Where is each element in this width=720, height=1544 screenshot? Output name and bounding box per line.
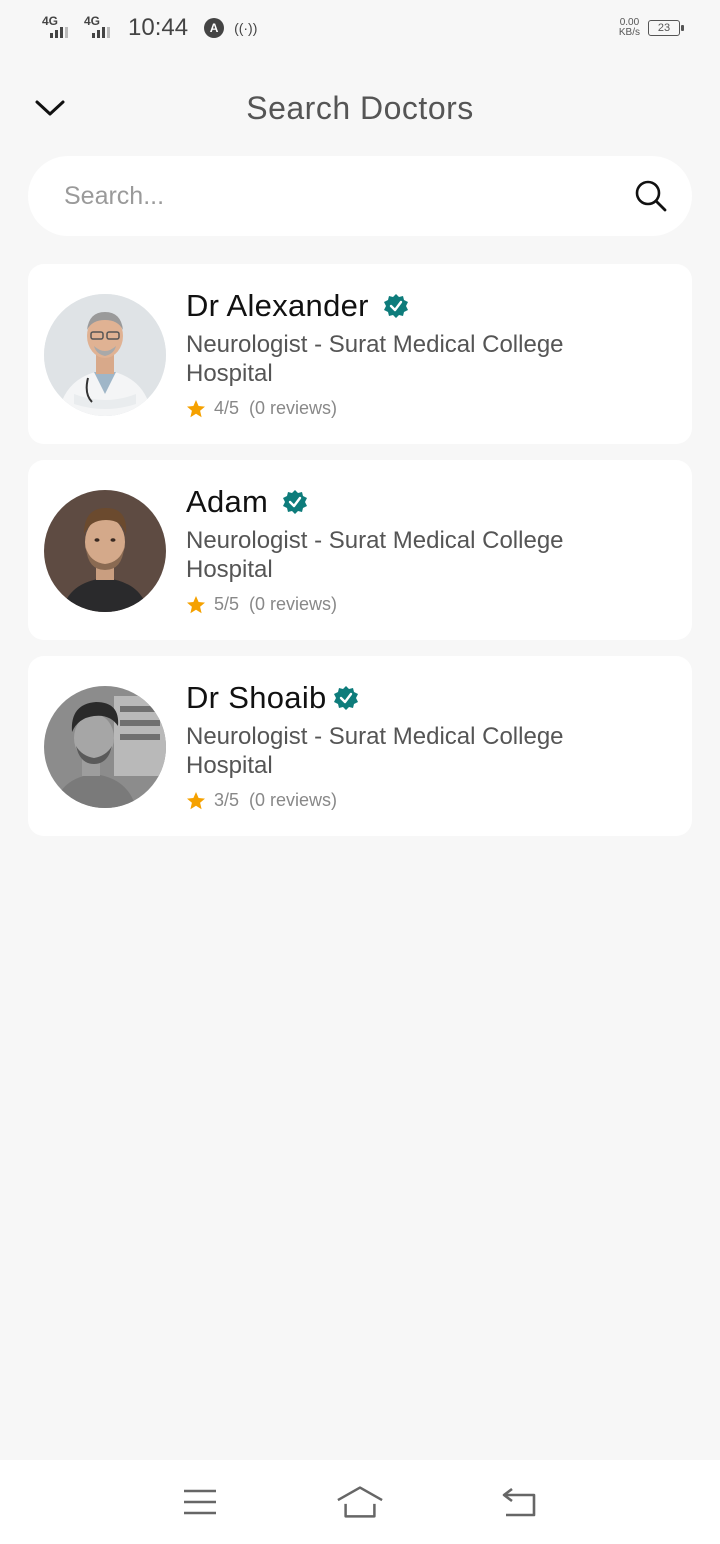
back-icon <box>502 1487 536 1517</box>
home-button[interactable] <box>336 1482 384 1522</box>
status-bar: 4G 4G 10:44 A ((·)) 0.00 KB/s 23 <box>0 0 720 56</box>
cellular-signal-icon: 4G <box>84 14 116 40</box>
doctor-card[interactable]: Dr Alexander Neurologist - Surat Medical… <box>28 264 692 444</box>
star-icon <box>187 595 205 613</box>
rating-row: 5/5 (0 reviews) <box>186 594 337 615</box>
rating-value: 3/5 <box>214 790 240 810</box>
avatar <box>44 294 166 416</box>
hotspot-icon: ((·)) <box>234 20 258 36</box>
rating-row: 4/5 (0 reviews) <box>186 398 337 419</box>
search-icon[interactable] <box>634 179 668 213</box>
search-input[interactable] <box>64 181 634 211</box>
name-row: Adam <box>186 484 308 520</box>
review-count: (0 reviews) <box>249 398 338 418</box>
home-icon <box>337 1486 383 1518</box>
back-button[interactable] <box>496 1482 544 1522</box>
notification-a-icon: A <box>204 18 225 38</box>
network-type-label: 4G <box>42 14 59 28</box>
doctor-name: Adam <box>186 484 269 519</box>
page-title: Search Doctors <box>246 89 474 126</box>
doctor-name: Dr Shoaib <box>186 680 327 715</box>
network-speed: 0.00 KB/s <box>619 18 640 38</box>
network-speed-unit: KB/s <box>618 27 640 38</box>
verified-badge-icon <box>333 686 358 710</box>
review-count: (0 reviews) <box>249 790 338 810</box>
star-icon <box>187 791 205 809</box>
doctor-specialty: Neurologist - Surat Medical College Hosp… <box>186 331 564 387</box>
name-row: Dr Shoaib <box>186 680 359 716</box>
review-count: (0 reviews) <box>249 594 338 614</box>
avatar <box>44 490 166 612</box>
doctor-card[interactable]: Dr Shoaib Neurologist - Surat Medical Co… <box>28 656 692 836</box>
name-row: Dr Alexander <box>186 288 409 324</box>
doctor-name: Dr Alexander <box>186 288 369 323</box>
system-nav-bar <box>0 1460 720 1544</box>
search-bar <box>28 156 692 236</box>
rating-value: 4/5 <box>214 398 240 418</box>
doctor-card[interactable]: Adam Neurologist - Surat Medical College… <box>28 460 692 640</box>
star-icon <box>187 399 205 417</box>
verified-badge-icon <box>283 490 308 514</box>
status-right: 0.00 KB/s 23 <box>619 18 684 38</box>
chevron-down-icon[interactable] <box>34 92 66 124</box>
battery-level: 23 <box>657 22 671 34</box>
rating-row: 3/5 (0 reviews) <box>186 790 337 811</box>
doctor-list: Dr Alexander Neurologist - Surat Medical… <box>28 264 692 852</box>
menu-button[interactable] <box>176 1482 224 1522</box>
page-header: Search Doctors <box>0 76 720 140</box>
doctor-specialty: Neurologist - Surat Medical College Hosp… <box>186 723 564 779</box>
clock: 10:44 <box>128 14 189 41</box>
doctor-specialty: Neurologist - Surat Medical College Hosp… <box>186 527 564 583</box>
battery-icon: 23 <box>648 20 684 36</box>
status-left: 4G 4G 10:44 A ((·)) <box>42 14 257 42</box>
menu-icon <box>184 1489 216 1515</box>
network-type-label: 4G <box>84 14 101 28</box>
cellular-signal-icon: 4G <box>42 14 74 40</box>
avatar <box>44 686 166 808</box>
rating-value: 5/5 <box>214 594 240 614</box>
verified-badge-icon <box>383 294 408 318</box>
